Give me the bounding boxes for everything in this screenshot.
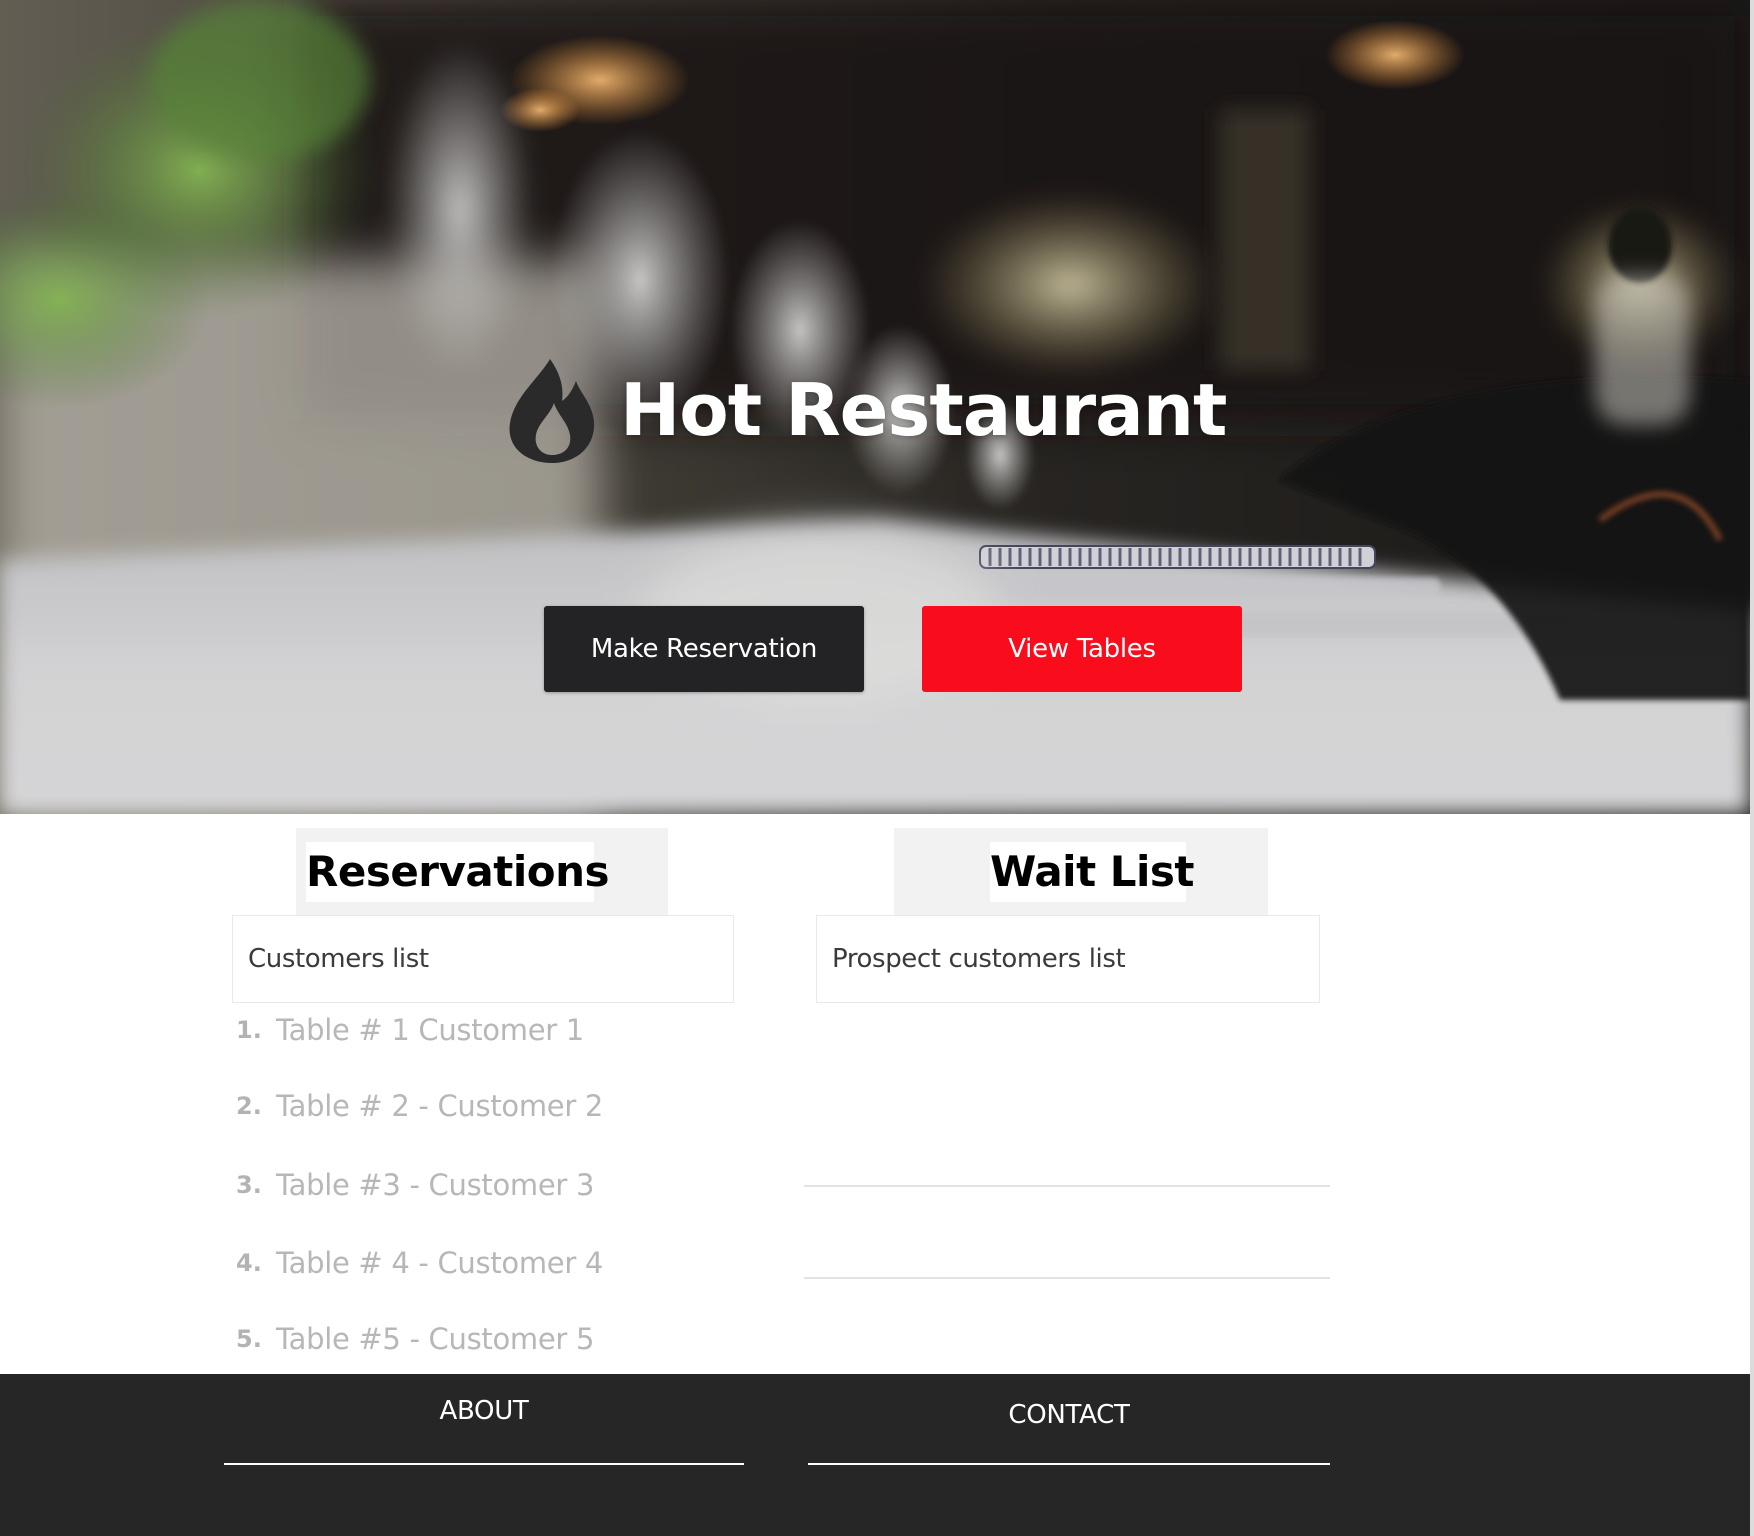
brand-title: Hot Restaurant bbox=[620, 368, 1227, 452]
reservations-subheading-box: Customers list bbox=[232, 915, 734, 1003]
reservation-item-number: 1. bbox=[236, 1016, 262, 1044]
reservation-item-number: 5. bbox=[236, 1325, 262, 1353]
page: Hot Restaurant Make Reservation View Tab… bbox=[0, 0, 1754, 1536]
wait-list-heading: Wait List bbox=[990, 842, 1195, 902]
about-underline bbox=[224, 1463, 744, 1465]
reservation-item-text: Table #5 - Customer 5 bbox=[276, 1322, 595, 1356]
reservation-item-text: Table # 4 - Customer 4 bbox=[276, 1246, 604, 1280]
reservation-item: 4. Table # 4 - Customer 4 bbox=[236, 1238, 603, 1288]
hero-section: Hot Restaurant Make Reservation View Tab… bbox=[0, 0, 1750, 814]
reservations-heading: Reservations bbox=[306, 842, 609, 902]
reservation-item: 2. Table # 2 - Customer 2 bbox=[236, 1081, 603, 1131]
about-link[interactable]: ABOUT bbox=[224, 1386, 744, 1436]
reservation-item: 3. Table #3 - Customer 3 bbox=[236, 1160, 594, 1210]
reservation-item: 5. Table #5 - Customer 5 bbox=[236, 1314, 594, 1364]
window-edge bbox=[1750, 0, 1754, 1536]
reservation-item-number: 3. bbox=[236, 1171, 262, 1199]
brand: Hot Restaurant bbox=[506, 350, 1227, 470]
make-reservation-button[interactable]: Make Reservation bbox=[544, 606, 864, 692]
prospect-customers-list-label: Prospect customers list bbox=[832, 944, 1126, 974]
reservation-item-text: Table #3 - Customer 3 bbox=[276, 1168, 595, 1202]
reservation-item-text: Table # 2 - Customer 2 bbox=[276, 1089, 604, 1123]
wait-list-divider bbox=[804, 1185, 1330, 1187]
contact-underline bbox=[808, 1463, 1330, 1465]
footer: ABOUT CONTACT bbox=[0, 1374, 1754, 1536]
contact-link[interactable]: CONTACT bbox=[808, 1390, 1330, 1440]
reservation-item-number: 2. bbox=[236, 1092, 262, 1120]
wait-list-divider bbox=[804, 1277, 1330, 1279]
flame-icon bbox=[509, 359, 595, 463]
view-tables-button[interactable]: View Tables bbox=[922, 606, 1242, 692]
reservation-item-number: 4. bbox=[236, 1249, 262, 1277]
reservation-item-text: Table # 1 Customer 1 bbox=[276, 1013, 584, 1047]
customers-list-label: Customers list bbox=[248, 944, 429, 974]
wait-list-subheading-box: Prospect customers list bbox=[816, 915, 1320, 1003]
reservation-item: 1. Table # 1 Customer 1 bbox=[236, 1005, 584, 1055]
